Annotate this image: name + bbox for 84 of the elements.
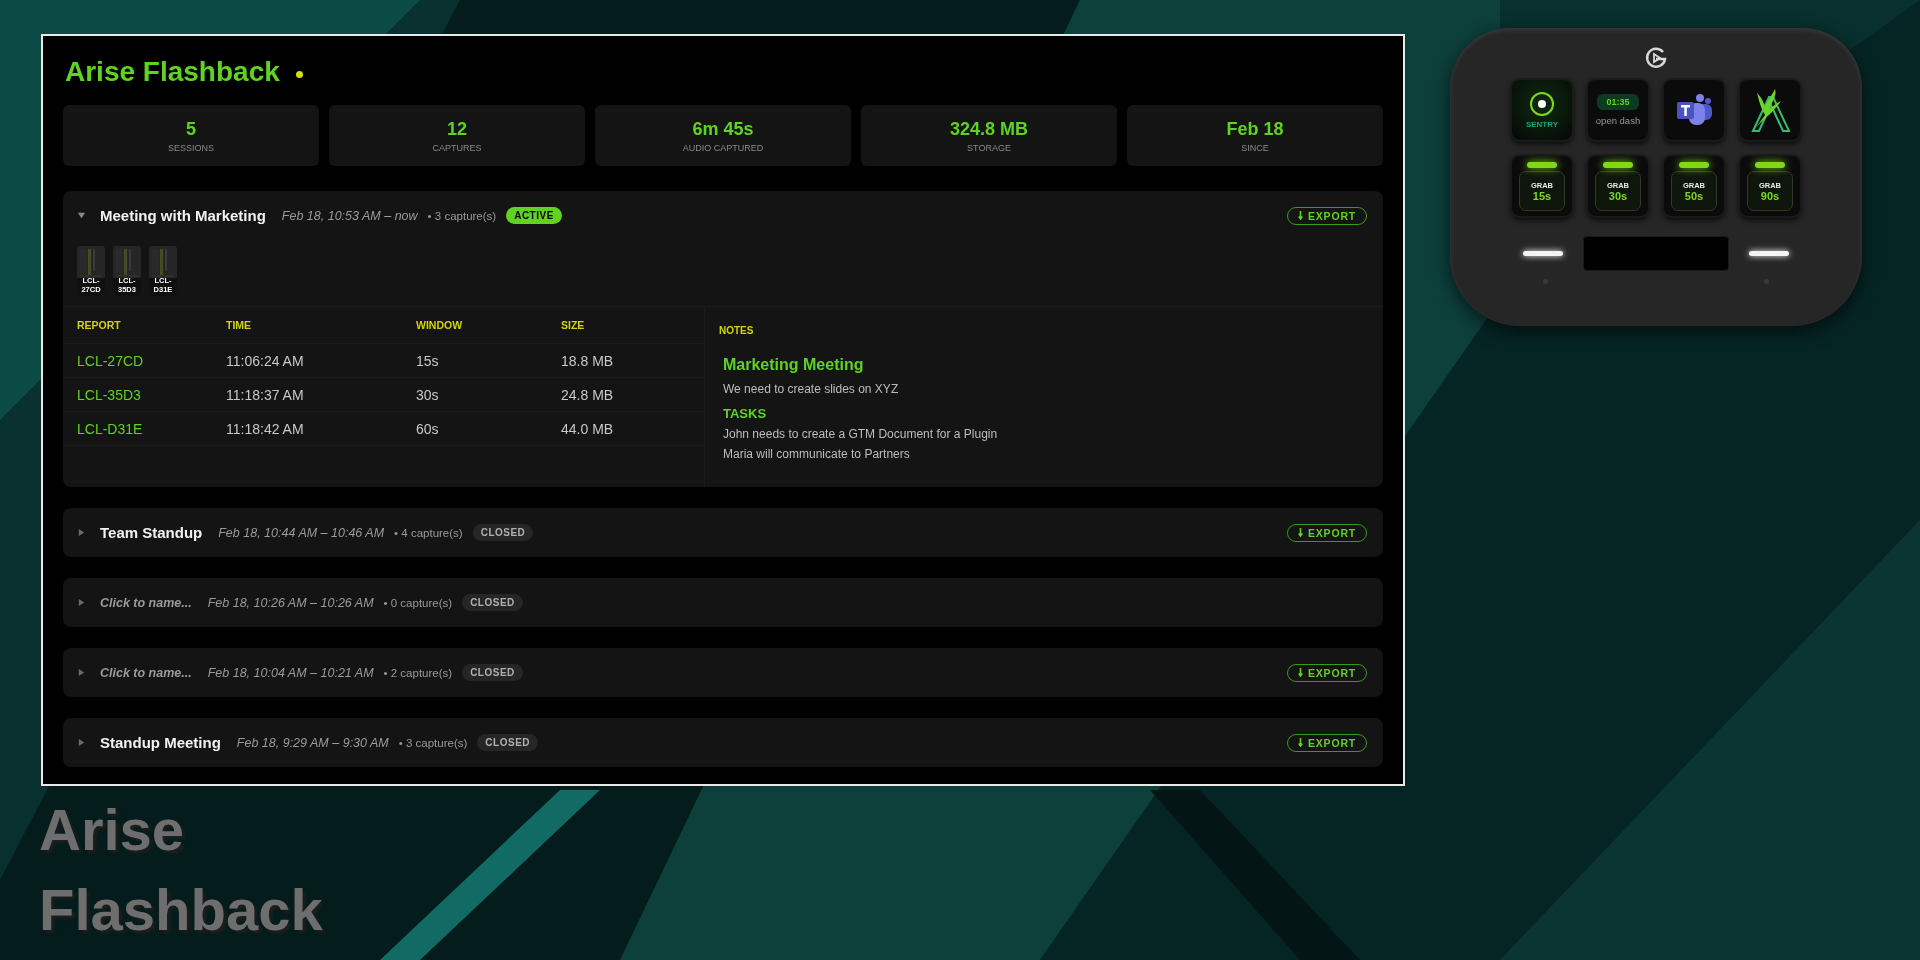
stat-label: SINCE [1241,142,1269,153]
session-time: Feb 18, 10:04 AM – 10:21 AM [207,665,374,680]
table-cell: 44.0 MB [561,412,704,446]
download-icon [1298,528,1303,537]
status-badge: CLOSED [477,734,539,751]
key-value: 90s [1760,189,1780,202]
device-key[interactable]: 01:35 open dash [1588,80,1648,140]
device-key[interactable] [1664,80,1724,140]
download-icon [1298,668,1303,677]
notes-text: We need to create slides on XYZ [723,382,900,396]
target-icon [1529,91,1555,117]
key-value: 15s [1532,189,1552,202]
expand-caret-icon[interactable] [77,528,86,537]
expand-caret-icon[interactable] [77,668,86,677]
table-cell: 11:06:24 AM [226,344,416,378]
task-item: Maria will communicate to Partners [723,447,911,461]
key-label: open dash [1595,115,1641,126]
status-badge: CLOSED [472,524,534,541]
table-cell: 30s [416,378,561,412]
session-name-placeholder[interactable]: Click to name... [100,665,192,680]
table-cell: 15s [416,344,561,378]
column-header: TIME [226,307,416,344]
stat-label: AUDIO CAPTURED [682,142,764,153]
session-time: Feb 18, 10:53 AM – now [281,208,418,223]
stat-value: 5 [186,118,196,140]
session-name-placeholder[interactable]: Click to name... [100,595,192,610]
indicator-light [1523,251,1563,256]
table-cell: 24.8 MB [561,378,704,412]
task-item: John needs to create a GTM Document for a Plugin [723,427,999,441]
report-link[interactable]: LCL-D31E [63,412,226,446]
table-cell: 11:18:37 AM [226,378,416,412]
stat-label: CAPTURES [432,142,482,153]
session-title[interactable]: Standup Meeting [100,734,221,751]
session-title[interactable]: Meeting with Marketing [100,207,266,224]
caption-text: Flashback [39,876,324,944]
table-cell: 18.8 MB [561,344,704,378]
capture-count: • 3 capture(s) [427,209,497,222]
session-time: Feb 18, 10:26 AM – 10:26 AM [207,595,374,610]
session-time: Feb 18, 10:44 AM – 10:46 AM [218,525,385,540]
key-label: SENTRY [1525,120,1559,129]
session-time: Feb 18, 9:29 AM – 9:30 AM [236,735,389,750]
stat-value: 324.8 MB [949,118,1028,140]
stat-value: 6m 45s [692,118,754,140]
key-value: 50s [1684,189,1704,202]
download-icon [1298,738,1303,747]
status-badge: ACTIVE [506,207,562,224]
device-key[interactable] [1740,80,1800,140]
download-icon [1298,211,1303,220]
status-badge: CLOSED [462,594,523,611]
stat-value: Feb 18 [1226,118,1284,140]
notes-label: NOTES [719,325,755,336]
capture-count: • 3 capture(s) [398,736,468,749]
stat-label: STORAGE [967,142,1011,153]
column-header: SIZE [561,307,704,344]
chat-app-icon [1675,93,1713,127]
device-logo-icon [1644,46,1668,70]
table-cell: 60s [416,412,561,446]
capture-count: • 0 capture(s) [383,596,453,609]
stat-label: SESSIONS [168,142,214,153]
capture-count: • 2 capture(s) [383,666,453,679]
key-value: 30s [1608,189,1628,202]
session-title[interactable]: Team Standup [100,524,203,541]
timer-value: 01:35 [1597,94,1639,110]
stat-value: 12 [447,118,467,140]
tasks-heading: TASKS [723,406,768,421]
capture-count: • 4 capture(s) [394,526,463,539]
report-link[interactable]: LCL-27CD [63,344,226,378]
column-header: REPORT [63,307,226,344]
table-cell: 11:18:42 AM [226,412,416,446]
expand-caret-icon[interactable] [77,738,86,747]
key-light [1679,162,1709,168]
key-light [1755,162,1785,168]
caption-text: Arise [39,796,186,864]
indicator-light [1749,251,1789,256]
column-header: WINDOW [416,307,561,344]
collapse-caret-icon[interactable] [77,211,86,220]
device-key[interactable]: SENTRY [1512,80,1572,140]
key-light [1527,162,1557,168]
expand-caret-icon[interactable] [77,598,86,607]
notes-heading: Marketing Meeting [723,356,865,374]
report-link[interactable]: LCL-35D3 [63,378,226,412]
status-badge: CLOSED [462,664,523,681]
app-title: Arise Flashback [65,56,280,88]
key-light [1603,162,1633,168]
